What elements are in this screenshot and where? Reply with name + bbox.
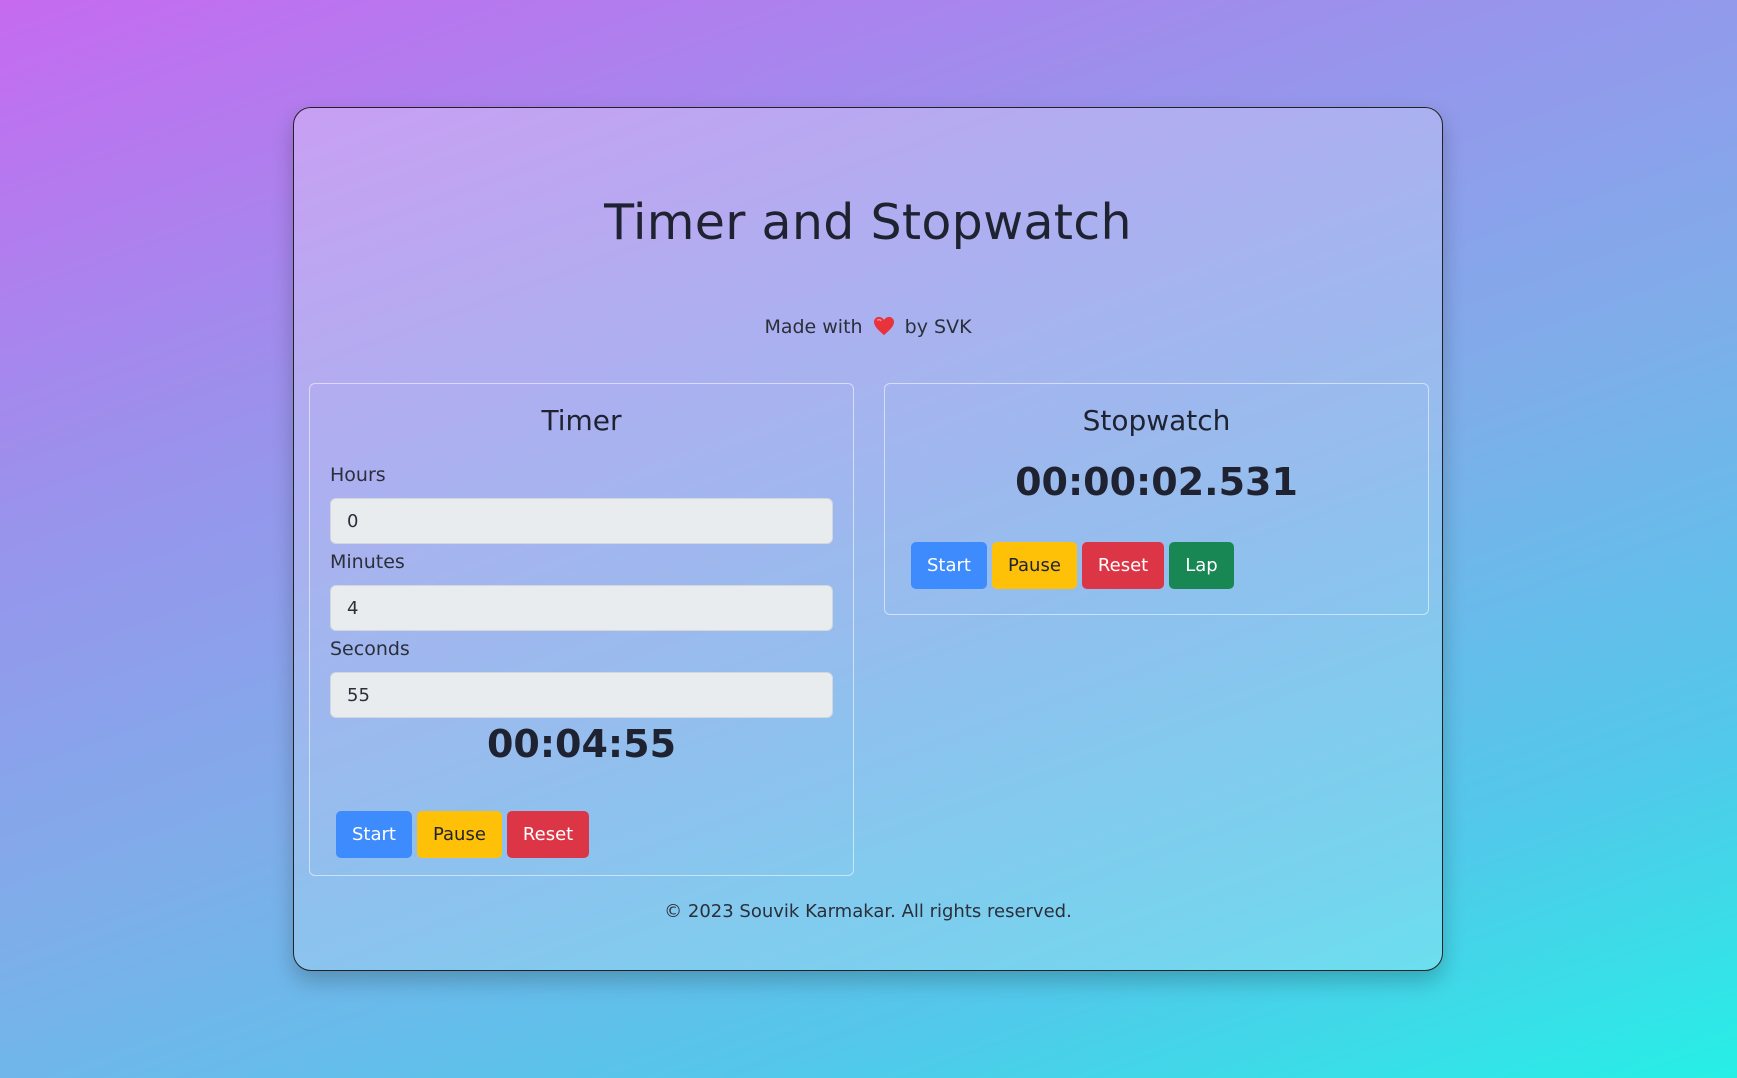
stopwatch-controls: Start Pause Reset Lap: [911, 542, 1234, 589]
credit-suffix: by SVK: [904, 316, 972, 338]
hours-label: Hours: [330, 464, 386, 486]
stopwatch-display: 00:00:02.531: [1015, 460, 1298, 504]
timer-panel: Timer Hours Minutes Seconds 00:04:55 Sta…: [309, 383, 854, 876]
minutes-input[interactable]: [330, 585, 833, 631]
timer-reset-button[interactable]: Reset: [506, 811, 590, 858]
hours-input[interactable]: [330, 498, 833, 544]
timer-display: 00:04:55: [486, 722, 677, 766]
timer-pause-button[interactable]: Pause: [416, 811, 502, 858]
timer-title: Timer: [541, 404, 622, 437]
heart-icon: [873, 316, 895, 341]
stopwatch-pause-button[interactable]: Pause: [991, 542, 1077, 589]
stopwatch-title: Stopwatch: [1082, 404, 1231, 437]
stopwatch-start-button[interactable]: Start: [911, 542, 987, 589]
seconds-label: Seconds: [330, 638, 410, 660]
stopwatch-panel: Stopwatch 00:00:02.531 Start Pause Reset…: [884, 383, 1429, 615]
app-card: Timer and Stopwatch Made with by SVK Tim…: [293, 107, 1443, 971]
timer-start-button[interactable]: Start: [336, 811, 412, 858]
stopwatch-lap-button[interactable]: Lap: [1169, 542, 1234, 589]
page-title: Timer and Stopwatch: [604, 194, 1132, 251]
seconds-input[interactable]: [330, 672, 833, 718]
minutes-label: Minutes: [330, 551, 405, 573]
credit-prefix: Made with: [764, 316, 863, 338]
credit-line: Made with by SVK: [294, 316, 1442, 341]
footer-copyright: © 2023 Souvik Karmakar. All rights reser…: [664, 901, 1072, 922]
timer-controls: Start Pause Reset: [336, 811, 590, 858]
stopwatch-reset-button[interactable]: Reset: [1081, 542, 1165, 589]
